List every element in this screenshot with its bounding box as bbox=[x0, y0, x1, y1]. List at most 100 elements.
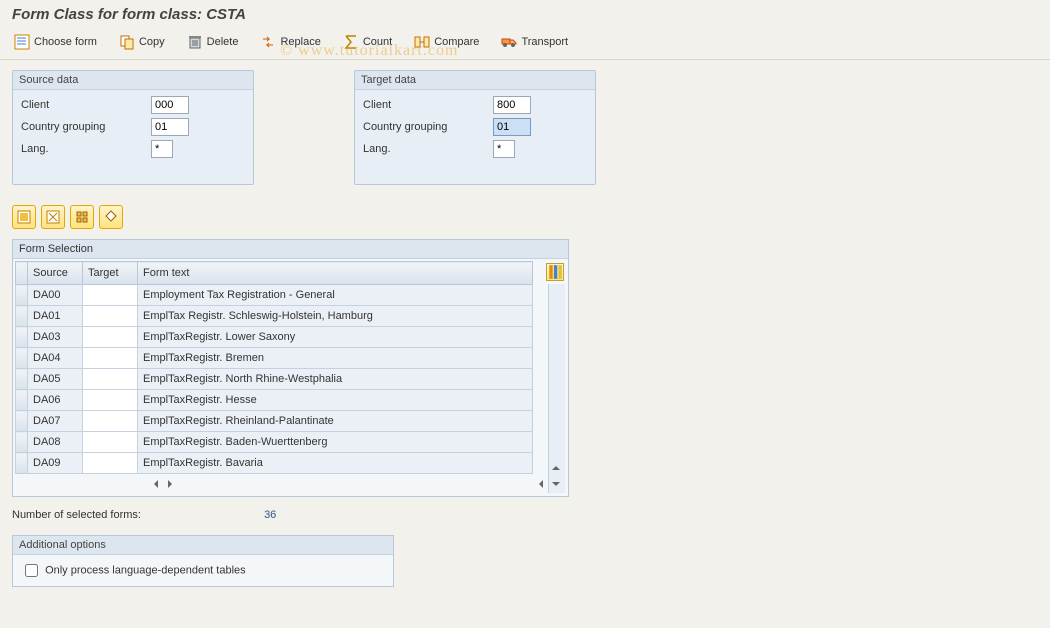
source-lang-input[interactable] bbox=[151, 140, 173, 158]
cell-text[interactable]: EmplTaxRegistr. Hesse bbox=[138, 390, 533, 411]
find-button[interactable] bbox=[99, 205, 123, 229]
vertical-scrollbar[interactable] bbox=[548, 284, 565, 493]
cell-target[interactable] bbox=[83, 369, 138, 390]
row-selector-header[interactable] bbox=[16, 262, 28, 285]
choose-form-label: Choose form bbox=[34, 36, 97, 48]
table-row[interactable]: DA00 Employment Tax Registration - Genera… bbox=[16, 285, 533, 306]
form-selection-table: Source Target Form text DA00 Employment T… bbox=[15, 261, 533, 474]
scroll-down-icon[interactable] bbox=[549, 477, 563, 491]
cell-source[interactable]: DA03 bbox=[28, 327, 83, 348]
row-selector[interactable] bbox=[16, 327, 28, 348]
choose-form-button[interactable]: Choose form bbox=[10, 31, 101, 53]
table-row[interactable]: DA04 EmplTaxRegistr. Bremen bbox=[16, 348, 533, 369]
copy-label: Copy bbox=[139, 36, 165, 48]
target-lang-label: Lang. bbox=[363, 143, 493, 155]
cell-source[interactable]: DA07 bbox=[28, 411, 83, 432]
cell-source[interactable]: DA08 bbox=[28, 432, 83, 453]
sort-button[interactable] bbox=[70, 205, 94, 229]
cell-source[interactable]: DA09 bbox=[28, 453, 83, 474]
row-selector[interactable] bbox=[16, 369, 28, 390]
table-row[interactable]: DA09 EmplTaxRegistr. Bavaria bbox=[16, 453, 533, 474]
source-data-panel: Source data Client Country grouping Lang… bbox=[12, 70, 254, 185]
cell-source[interactable]: DA04 bbox=[28, 348, 83, 369]
row-selector[interactable] bbox=[16, 390, 28, 411]
horizontal-scrollbar[interactable] bbox=[15, 474, 566, 494]
target-country-label: Country grouping bbox=[363, 121, 493, 133]
cell-target[interactable] bbox=[83, 348, 138, 369]
form-icon bbox=[14, 34, 30, 50]
cell-target[interactable] bbox=[83, 306, 138, 327]
cell-target[interactable] bbox=[83, 285, 138, 306]
copy-button[interactable]: Copy bbox=[115, 31, 169, 53]
delete-label: Delete bbox=[207, 36, 239, 48]
transport-label: Transport bbox=[521, 36, 568, 48]
target-data-panel: Target data Client Country grouping Lang… bbox=[354, 70, 596, 185]
cell-source[interactable]: DA05 bbox=[28, 369, 83, 390]
table-row[interactable]: DA01 EmplTax Registr. Schleswig-Holstein,… bbox=[16, 306, 533, 327]
only-lang-label: Only process language-dependent tables bbox=[45, 564, 246, 576]
table-row[interactable]: DA08 EmplTaxRegistr. Baden-Wuerttenberg bbox=[16, 432, 533, 453]
row-selector[interactable] bbox=[16, 432, 28, 453]
delete-button[interactable]: Delete bbox=[183, 31, 243, 53]
row-selector[interactable] bbox=[16, 453, 28, 474]
cell-text[interactable]: EmplTaxRegistr. Bavaria bbox=[138, 453, 533, 474]
table-row[interactable]: DA06 EmplTaxRegistr. Hesse bbox=[16, 390, 533, 411]
cell-text[interactable]: EmplTaxRegistr. Lower Saxony bbox=[138, 327, 533, 348]
app-toolbar: Choose form Copy Delete Replace Count Co… bbox=[0, 27, 1050, 60]
cell-target[interactable] bbox=[83, 432, 138, 453]
compare-icon bbox=[414, 34, 430, 50]
truck-icon bbox=[501, 34, 517, 50]
scroll-right-icon[interactable] bbox=[163, 477, 177, 491]
cell-target[interactable] bbox=[83, 327, 138, 348]
replace-label: Replace bbox=[280, 36, 320, 48]
cell-target[interactable] bbox=[83, 453, 138, 474]
cell-source[interactable]: DA00 bbox=[28, 285, 83, 306]
row-selector[interactable] bbox=[16, 285, 28, 306]
cell-text[interactable]: EmplTaxRegistr. North Rhine-Westphalia bbox=[138, 369, 533, 390]
source-client-input[interactable] bbox=[151, 96, 189, 114]
table-row[interactable]: DA05 EmplTaxRegistr. North Rhine-Westphal… bbox=[16, 369, 533, 390]
cell-text[interactable]: EmplTaxRegistr. Baden-Wuerttenberg bbox=[138, 432, 533, 453]
replace-icon bbox=[260, 34, 276, 50]
replace-button[interactable]: Replace bbox=[256, 31, 324, 53]
additional-options-panel: Additional options Only process language… bbox=[12, 535, 394, 587]
deselect-all-button[interactable] bbox=[41, 205, 65, 229]
scroll-left-end-icon[interactable] bbox=[534, 477, 548, 491]
target-client-input[interactable] bbox=[493, 96, 531, 114]
count-label: Count bbox=[363, 36, 392, 48]
table-config-button[interactable] bbox=[546, 263, 564, 281]
row-selector[interactable] bbox=[16, 306, 28, 327]
transport-button[interactable]: Transport bbox=[497, 31, 572, 53]
row-selector[interactable] bbox=[16, 411, 28, 432]
count-button[interactable]: Count bbox=[339, 31, 396, 53]
target-client-label: Client bbox=[363, 99, 493, 111]
target-country-input[interactable] bbox=[493, 118, 531, 136]
scroll-up-icon[interactable] bbox=[549, 461, 563, 475]
cell-text[interactable]: Employment Tax Registration - General bbox=[138, 285, 533, 306]
compare-button[interactable]: Compare bbox=[410, 31, 483, 53]
source-country-input[interactable] bbox=[151, 118, 189, 136]
cell-source[interactable]: DA01 bbox=[28, 306, 83, 327]
source-lang-label: Lang. bbox=[21, 143, 151, 155]
source-client-label: Client bbox=[21, 99, 151, 111]
cell-target[interactable] bbox=[83, 390, 138, 411]
cell-source[interactable]: DA06 bbox=[28, 390, 83, 411]
scroll-left-icon[interactable] bbox=[149, 477, 163, 491]
cell-target[interactable] bbox=[83, 411, 138, 432]
trash-icon bbox=[187, 34, 203, 50]
cell-text[interactable]: EmplTax Registr. Schleswig-Holstein, Ham… bbox=[138, 306, 533, 327]
cell-text[interactable]: EmplTaxRegistr. Bremen bbox=[138, 348, 533, 369]
additional-options-title: Additional options bbox=[13, 536, 393, 555]
table-row[interactable]: DA07 EmplTaxRegistr. Rheinland-Palantinat… bbox=[16, 411, 533, 432]
row-selector[interactable] bbox=[16, 348, 28, 369]
col-target-header[interactable]: Target bbox=[83, 262, 138, 285]
table-row[interactable]: DA03 EmplTaxRegistr. Lower Saxony bbox=[16, 327, 533, 348]
col-source-header[interactable]: Source bbox=[28, 262, 83, 285]
only-lang-checkbox[interactable] bbox=[25, 564, 38, 577]
compare-label: Compare bbox=[434, 36, 479, 48]
select-all-button[interactable] bbox=[12, 205, 36, 229]
cell-text[interactable]: EmplTaxRegistr. Rheinland-Palantinate bbox=[138, 411, 533, 432]
col-text-header[interactable]: Form text bbox=[138, 262, 533, 285]
target-lang-input[interactable] bbox=[493, 140, 515, 158]
source-country-label: Country grouping bbox=[21, 121, 151, 133]
